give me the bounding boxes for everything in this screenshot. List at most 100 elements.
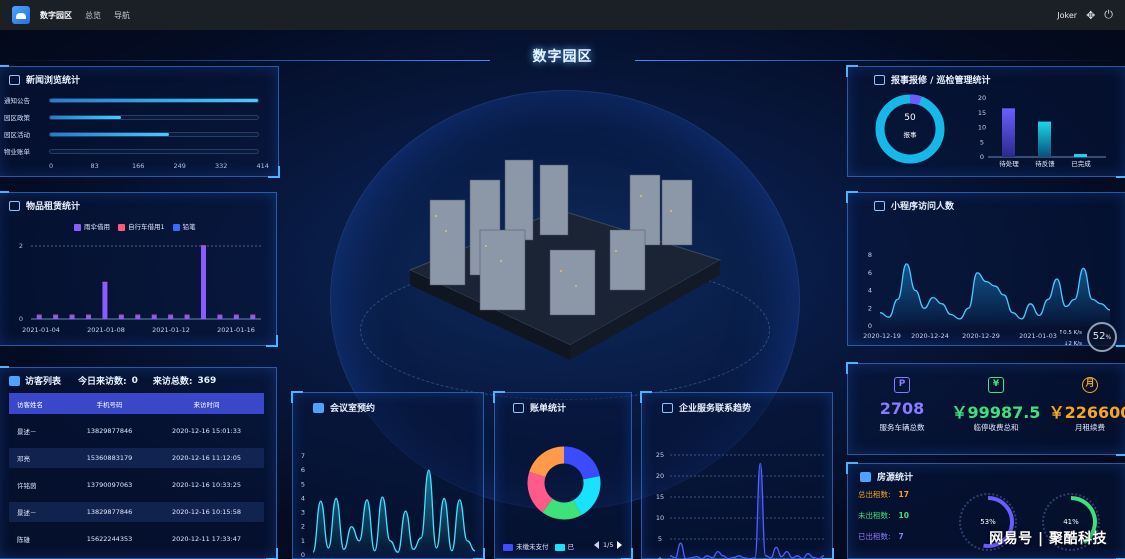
table-cell: 13829877846 [86, 427, 133, 435]
bar-umbrella[interactable] [53, 315, 59, 319]
bar-bicycle[interactable] [233, 314, 239, 316]
donut-slice[interactable] [527, 471, 554, 513]
bar-umbrella[interactable] [233, 315, 239, 319]
table-cell: 2020-12-16 11:12:05 [171, 454, 242, 462]
line-series[interactable] [669, 462, 825, 559]
bar-bicycle[interactable] [217, 314, 223, 316]
miniapp-visits-panel: 小程序访问人数 8 6 4 2 0 2020-12-19 2020-12-24 2020-12… [846, 191, 1125, 347]
bar-umbrella[interactable] [217, 315, 223, 319]
bar-umbrella[interactable] [102, 282, 108, 320]
y-tick-label: 6 [301, 466, 305, 474]
top-bar: 数字园区 总览 导航 Joker ✥ ⏻ [0, 0, 1125, 30]
table-row[interactable]: 邓亮 15360883179 2020-12-16 11:12:05 [9, 448, 264, 468]
y-tick-label: 5 [980, 138, 984, 146]
x-tick-label: 2021-01-16 [217, 326, 255, 334]
app-logo[interactable] [12, 6, 30, 24]
bar-bicycle[interactable] [250, 314, 256, 316]
stat-label: 服务车辆总数 [879, 423, 925, 432]
bar-umbrella[interactable] [69, 315, 75, 319]
bar-bicycle[interactable] [201, 245, 206, 246]
x-tick-label: 414 [256, 162, 269, 170]
panel-title: 新闻浏览统计 [26, 76, 81, 86]
bar-umbrella[interactable] [86, 315, 91, 319]
bar-bicycle[interactable] [118, 314, 124, 316]
meeting-room-chart: 765432102020-12-192020-12-302021-01-10 [301, 452, 476, 559]
bar-label: 园区政策 [4, 114, 30, 122]
page-title: 数字园区 [532, 49, 593, 65]
y-tick-label: 1 [301, 537, 305, 545]
stat-value: 2708 [879, 399, 925, 418]
bar-bicycle[interactable] [86, 314, 91, 316]
bar-bicycle[interactable] [69, 314, 75, 316]
table-row[interactable]: 景述－ 13829877846 2020-12-16 10:15:58 [9, 502, 264, 522]
power-icon[interactable]: ⏻ [1104, 8, 1113, 22]
bar-umbrella[interactable] [184, 315, 190, 319]
y-tick-label: 15 [656, 493, 664, 501]
table-cell: 2020-12-16 15:01:33 [171, 427, 242, 435]
status-bar[interactable] [1038, 121, 1051, 157]
y-tick-label: 5 [301, 480, 305, 488]
donut-slice[interactable] [542, 498, 582, 520]
table-row[interactable]: 许铭茵 13790097063 2020-12-16 10:33:25 [9, 475, 264, 495]
month-icon: 月 [1082, 377, 1098, 393]
bar-fill[interactable] [50, 132, 169, 136]
status-bar[interactable] [1074, 154, 1087, 157]
bar-fill[interactable] [50, 98, 258, 102]
bar-umbrella[interactable] [36, 315, 42, 319]
bar-umbrella[interactable] [118, 315, 124, 319]
x-tick-label: 2020-12-24 [911, 332, 949, 340]
bar-bicycle[interactable] [135, 314, 141, 316]
move-icon[interactable]: ✥ [1086, 9, 1095, 22]
nav-item-overview[interactable]: 总览 [85, 10, 101, 21]
next-page-icon[interactable] [617, 541, 623, 549]
today-visits-value: 0 [131, 375, 138, 386]
donut-slice[interactable] [563, 446, 600, 480]
bar-bicycle[interactable] [102, 281, 108, 283]
donut-slice[interactable] [572, 476, 601, 515]
bar-umbrella[interactable] [250, 315, 256, 319]
column-header[interactable]: 来访时间 [149, 399, 264, 409]
y-tick-label: 20 [656, 472, 664, 480]
bar-umbrella[interactable] [168, 315, 174, 319]
bar-umbrella[interactable] [151, 315, 157, 319]
y-tick-label: 2 [301, 523, 305, 531]
user-name[interactable]: Joker [1057, 11, 1077, 20]
bar-bicycle[interactable] [151, 314, 157, 316]
line-area [313, 470, 475, 555]
bar-umbrella[interactable] [135, 315, 141, 319]
bar-bicycle[interactable] [36, 314, 42, 316]
y-tick-label: 4 [301, 494, 305, 502]
x-tick-label: 2021-01-08 [87, 326, 125, 334]
table-row[interactable]: 陈雄 15622244353 2020-12-11 17:33:47 [9, 529, 264, 549]
donut-slice[interactable] [909, 94, 922, 106]
x-tick-label: 166 [132, 162, 145, 170]
column-header[interactable]: 访客姓名 [9, 399, 64, 409]
bar-bicycle[interactable] [184, 314, 190, 316]
x-tick-label: 2021-01-12 [152, 326, 190, 334]
y-tick-label: 10 [978, 124, 986, 132]
bar-fill[interactable] [50, 115, 121, 119]
x-tick-label: 待反馈 [1035, 159, 1055, 168]
x-tick-label: 249 [173, 162, 186, 170]
stat-label: 临停收费总和 [973, 423, 1019, 432]
bar-label: 物业账单 [4, 148, 30, 156]
x-tick-label: 2020-12-19 [863, 332, 901, 340]
bar-umbrella[interactable] [201, 246, 206, 319]
legend-item[interactable]: 已 [554, 541, 574, 551]
legend-item[interactable]: 未缴未支付 [503, 541, 549, 551]
status-bar[interactable] [1002, 108, 1015, 157]
prev-page-icon[interactable] [594, 541, 599, 549]
bar-track [49, 148, 259, 154]
table-row[interactable]: 景述－ 13829877846 2020-12-16 15:01:33 [9, 421, 264, 441]
y-tick-label: 4 [868, 287, 872, 295]
bar-bicycle[interactable] [168, 314, 174, 316]
news-bar-row: 通知公告 [4, 95, 259, 105]
donut-slice[interactable] [529, 446, 565, 478]
performance-gauge[interactable]: 52% [1087, 322, 1117, 352]
news-bar-row: 物业账单 [4, 146, 259, 156]
column-header[interactable]: 手机号码 [64, 399, 149, 409]
nav-item-home[interactable]: 数字园区 [40, 10, 72, 21]
bar-bicycle[interactable] [53, 314, 59, 316]
y-tick-label: 0 [19, 315, 23, 323]
nav-item-navigation[interactable]: 导航 [114, 10, 130, 21]
